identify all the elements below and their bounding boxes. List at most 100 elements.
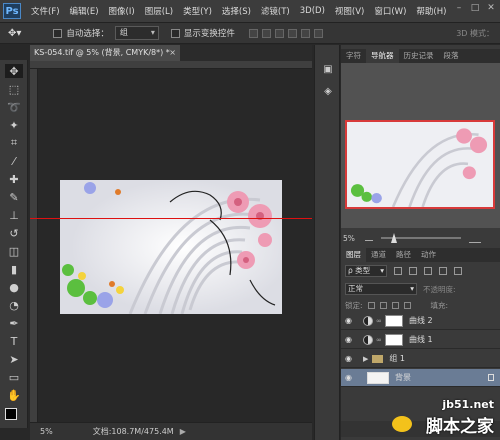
history-brush-icon[interactable]: ↺: [5, 226, 23, 240]
filter-type-icon[interactable]: [424, 267, 432, 275]
menu-file[interactable]: 文件(F): [31, 5, 60, 17]
visibility-eye-icon[interactable]: ◉: [345, 373, 355, 382]
blend-mode-dropdown[interactable]: 正常: [345, 283, 417, 295]
stamp-tool-icon[interactable]: ⊥: [5, 208, 23, 222]
tab-character[interactable]: 字符: [341, 49, 366, 63]
layer-mask-thumbnail[interactable]: [385, 333, 403, 346]
show-transform-checkbox[interactable]: [170, 28, 180, 38]
foreground-color-swatch[interactable]: [5, 408, 17, 420]
lasso-tool-icon[interactable]: ➰: [5, 100, 23, 114]
eraser-tool-icon[interactable]: ◫: [5, 244, 23, 258]
align-middle-icon[interactable]: [261, 28, 271, 38]
expand-group-icon[interactable]: ▶: [363, 355, 368, 363]
menu-filter[interactable]: 滤镜(T): [261, 5, 290, 17]
window-controls: – □ ✕: [454, 3, 496, 13]
menu-3d[interactable]: 3D(D): [300, 6, 325, 16]
lock-transparency-icon[interactable]: [367, 301, 375, 309]
dodge-tool-icon[interactable]: ◔: [5, 298, 23, 312]
layer-row-curves-2[interactable]: ◉ ∞ 曲线 2: [341, 312, 500, 330]
menu-image[interactable]: 图像(I): [109, 5, 135, 17]
layer-name[interactable]: 组 1: [389, 353, 405, 364]
navigator-zoom-slider[interactable]: [381, 233, 461, 243]
lock-position-icon[interactable]: [391, 301, 399, 309]
menu-type[interactable]: 类型(Y): [183, 5, 212, 17]
tab-channels[interactable]: 通道: [366, 248, 391, 262]
layer-row-group-1[interactable]: ◉ ▶ 组 1: [341, 350, 500, 368]
shape-tool-icon[interactable]: ▭: [5, 370, 23, 384]
brush-tool-icon[interactable]: ✎: [5, 190, 23, 204]
navigator-thumbnail[interactable]: [345, 120, 495, 209]
lock-all-icon[interactable]: [403, 301, 411, 309]
pen-tool-icon[interactable]: ✒: [5, 316, 23, 330]
eyedropper-icon[interactable]: ⁄: [5, 154, 23, 168]
curves-adjustment-icon: [363, 315, 373, 326]
visibility-eye-icon[interactable]: ◉: [345, 335, 355, 344]
layer-thumbnail[interactable]: [367, 371, 389, 384]
align-top-icon[interactable]: [248, 28, 258, 38]
horizontal-guide[interactable]: [30, 218, 312, 219]
minimize-icon[interactable]: –: [454, 3, 464, 13]
layer-filter-dropdown[interactable]: ρ 类型: [345, 265, 387, 277]
layer-row-curves-1[interactable]: ◉ ∞ 曲线 1: [341, 331, 500, 349]
healing-brush-icon[interactable]: ✚: [5, 172, 23, 186]
menu-window[interactable]: 窗口(W): [374, 5, 406, 17]
auto-select-checkbox[interactable]: [53, 28, 63, 38]
canvas-workspace[interactable]: [38, 69, 312, 422]
filter-shape-icon[interactable]: [439, 267, 447, 275]
layer-name[interactable]: 曲线 1: [409, 334, 433, 345]
layer-name[interactable]: 背景: [395, 372, 411, 383]
zoom-out-icon[interactable]: [365, 235, 373, 241]
type-tool-icon[interactable]: T: [5, 334, 23, 348]
close-icon[interactable]: ✕: [486, 3, 496, 13]
menu-layer[interactable]: 图层(L): [145, 5, 173, 17]
zoom-in-icon[interactable]: [469, 234, 481, 243]
menu-view[interactable]: 视图(V): [335, 5, 364, 17]
zoom-slider-handle[interactable]: [391, 233, 397, 243]
blur-tool-icon[interactable]: ●: [5, 280, 23, 294]
properties-icon[interactable]: ◈: [322, 85, 334, 97]
document-tab-title: KS-054.tif @ 5% (背景, CMYK/8*) *: [34, 48, 170, 57]
gradient-tool-icon[interactable]: ▮: [5, 262, 23, 276]
tab-history[interactable]: 历史记录: [399, 49, 439, 63]
crop-tool-icon[interactable]: ⌗: [5, 136, 23, 150]
layer-filter-row: ρ 类型: [341, 264, 500, 278]
path-select-icon[interactable]: ➤: [5, 352, 23, 366]
filter-pixel-icon[interactable]: [394, 267, 402, 275]
tab-actions[interactable]: 动作: [416, 248, 441, 262]
menu-help[interactable]: 帮助(H): [416, 5, 446, 17]
navigator-view[interactable]: [341, 63, 500, 228]
layer-name[interactable]: 曲线 2: [409, 315, 433, 326]
align-center-icon[interactable]: [300, 28, 310, 38]
move-tool-icon[interactable]: ✥▾: [8, 28, 21, 39]
marquee-tool-icon[interactable]: ⬚: [5, 82, 23, 96]
menu-edit[interactable]: 编辑(E): [70, 5, 99, 17]
filter-adjustment-icon[interactable]: [409, 267, 417, 275]
lock-pixels-icon[interactable]: [379, 301, 387, 309]
close-tab-icon[interactable]: ×: [169, 45, 176, 61]
tab-paragraph[interactable]: 段落: [439, 49, 464, 63]
layer-mask-thumbnail[interactable]: [385, 314, 403, 327]
document-tab[interactable]: KS-054.tif @ 5% (背景, CMYK/8*) * ×: [30, 45, 180, 61]
layer-row-background[interactable]: ◉ 背景: [341, 369, 500, 387]
lock-icon: [488, 374, 494, 381]
tab-paths[interactable]: 路径: [391, 248, 416, 262]
move-tool-icon[interactable]: ✥: [5, 64, 23, 78]
magic-wand-icon[interactable]: ✦: [5, 118, 23, 132]
link-icon: ∞: [376, 316, 382, 325]
align-bottom-icon[interactable]: [274, 28, 284, 38]
hand-tool-icon[interactable]: ✋: [5, 388, 23, 402]
visibility-eye-icon[interactable]: ◉: [345, 354, 355, 363]
zoom-level[interactable]: 5%: [40, 427, 53, 436]
navigator-zoom-level[interactable]: 5%: [343, 234, 361, 243]
menu-select[interactable]: 选择(S): [222, 5, 251, 17]
visibility-eye-icon[interactable]: ◉: [345, 316, 355, 325]
status-menu-icon[interactable]: ▶: [180, 427, 186, 436]
history-icon[interactable]: ▣: [322, 63, 334, 75]
align-right-icon[interactable]: [313, 28, 323, 38]
filter-smart-object-icon[interactable]: [454, 267, 462, 275]
align-left-icon[interactable]: [287, 28, 297, 38]
auto-select-dropdown[interactable]: 组: [114, 26, 159, 40]
maximize-icon[interactable]: □: [470, 3, 480, 13]
tab-navigator[interactable]: 导航器: [366, 49, 399, 63]
tab-layers[interactable]: 图层: [341, 248, 366, 262]
